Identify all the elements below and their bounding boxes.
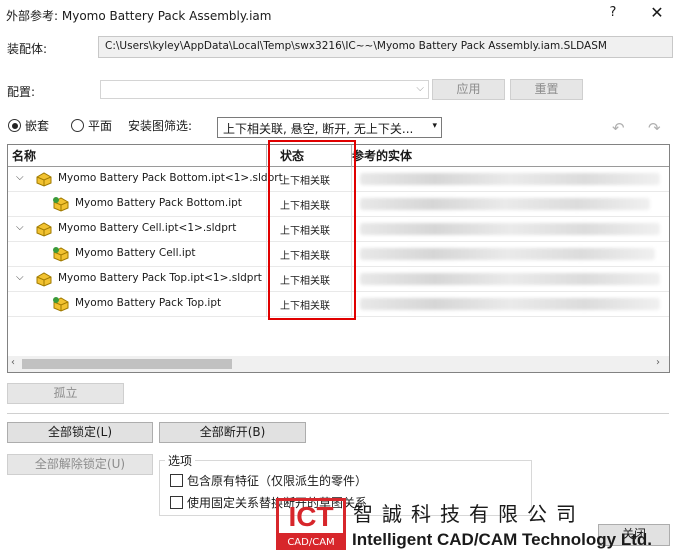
tree-row-name: Myomo Battery Cell.ipt<1>.sldprt [58, 222, 237, 234]
redacted-entity [360, 273, 660, 285]
column-divider[interactable] [266, 145, 267, 167]
assembly-path-field: C:\Users\kyley\AppData\Local\Temp\swx321… [98, 36, 673, 58]
part-icon [36, 272, 52, 287]
config-combo[interactable]: ⌵ [100, 80, 429, 99]
chevron-down-icon[interactable]: ⌵ [16, 172, 24, 183]
close-window-button[interactable]: ✕ [646, 3, 668, 25]
redacted-entity [360, 173, 660, 185]
tree-row-name: Myomo Battery Pack Bottom.ipt<1>.sldprt [58, 172, 283, 184]
filter-value: 上下相关联, 悬空, 断开, 无上下关... [223, 122, 414, 136]
redacted-entity [360, 298, 660, 310]
company-name-en: Intelligent CAD/CAM Technology Ltd. [352, 530, 652, 549]
tree-row-name: Myomo Battery Pack Top.ipt [75, 297, 222, 309]
isolate-button[interactable]: 孤立 [7, 383, 124, 404]
window-title: 外部参考: Myomo Battery Pack Assembly.iam [6, 9, 272, 23]
include-features-label: 包含原有特征（仅限派生的零件） [187, 474, 368, 488]
redacted-entity [360, 198, 650, 210]
chevron-down-icon: ▾ [432, 121, 437, 131]
tree-row-name: Myomo Battery Cell.ipt [75, 247, 196, 259]
tree-row-name: Myomo Battery Pack Bottom.ipt [75, 197, 242, 209]
chevron-down-icon: ⌵ [416, 83, 424, 94]
options-group-title: 选项 [165, 452, 196, 469]
part-file-icon [53, 297, 69, 312]
company-name-cn: 智誠科技有限公司 [353, 502, 585, 526]
assembly-label: 装配体: [7, 42, 48, 56]
chevron-down-icon[interactable]: ⌵ [16, 222, 24, 233]
logo-ict: ICT [276, 498, 346, 536]
replace-relations-checkbox[interactable] [170, 496, 183, 509]
config-label: 配置: [7, 85, 36, 99]
company-logo: ICT CAD/CAM [276, 498, 346, 550]
redo-icon[interactable]: ↷ [648, 119, 668, 137]
filter-combo[interactable]: 上下相关联, 悬空, 断开, 无上下关... ▾ [217, 117, 442, 138]
logo-subtitle: CAD/CAM [276, 536, 346, 550]
tree-row-name: Myomo Battery Pack Top.ipt<1>.sldprt [58, 272, 262, 284]
column-header-name[interactable]: 名称 [12, 147, 36, 164]
status-highlight-box [268, 140, 356, 320]
part-icon [36, 222, 52, 237]
scroll-left-icon[interactable]: ‹ [11, 357, 15, 368]
title-bar: 外部参考: Myomo Battery Pack Assembly.iam ? … [0, 0, 673, 30]
scroll-right-icon[interactable]: › [656, 357, 660, 368]
flat-radio[interactable] [71, 119, 84, 132]
reset-button[interactable]: 重置 [510, 79, 583, 100]
scrollbar-thumb[interactable] [22, 359, 232, 369]
chevron-down-icon[interactable]: ⌵ [16, 272, 24, 283]
horizontal-scrollbar[interactable]: ‹ › [8, 356, 669, 372]
part-icon [36, 172, 52, 187]
nested-radio[interactable] [8, 119, 21, 132]
help-button[interactable]: ? [606, 5, 620, 23]
separator [7, 413, 669, 414]
redacted-entity [360, 248, 655, 260]
nested-radio-label: 嵌套 [25, 119, 50, 133]
apply-button[interactable]: 应用 [432, 79, 505, 100]
lock-all-button[interactable]: 全部锁定(L) [7, 422, 153, 443]
flat-radio-label: 平面 [88, 119, 113, 133]
undo-icon[interactable]: ↶ [612, 119, 632, 137]
include-features-checkbox[interactable] [170, 474, 183, 487]
column-header-referenced-entity[interactable]: 参考的实体 [352, 147, 412, 164]
part-file-icon [53, 197, 69, 212]
filter-label: 安装图筛选: [128, 119, 193, 133]
break-all-button[interactable]: 全部断开(B) [159, 422, 306, 443]
part-file-icon [53, 247, 69, 262]
redacted-entity [360, 223, 660, 235]
unlock-all-button[interactable]: 全部解除锁定(U) [7, 454, 153, 475]
